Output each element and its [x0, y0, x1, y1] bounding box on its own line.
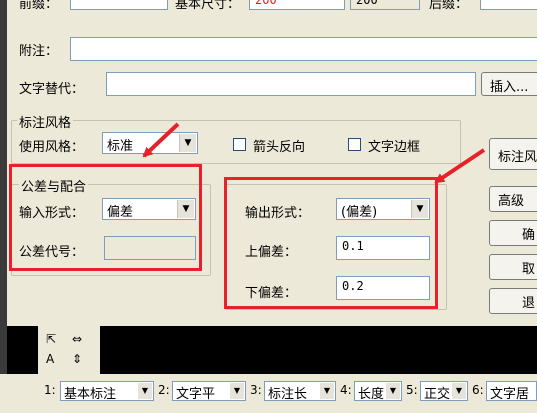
vertical-dimension-icon[interactable]: ⇕ [72, 352, 82, 366]
field-2-select[interactable]: 文字平 ▼ [172, 381, 246, 401]
field-3-select[interactable]: 标注长 ▼ [264, 381, 336, 401]
field-2-value: 文字平 [176, 387, 216, 401]
field-5-value: 正交 [424, 387, 451, 401]
field-3-value: 标注长 [268, 387, 308, 401]
annotation-arrow-left [142, 122, 180, 158]
field-4-value: 长度 [358, 387, 385, 401]
field-5-select[interactable]: 正交 ▼ [420, 381, 468, 401]
chevron-down-icon[interactable]: ▼ [138, 383, 152, 399]
field-4-num: 4: [340, 383, 352, 397]
horizontal-dimension-icon[interactable]: ⇔ [72, 332, 82, 346]
field-6-num: 6: [472, 383, 484, 397]
chevron-down-icon[interactable]: ▼ [386, 383, 400, 399]
field-6-value: 文字居 [490, 387, 530, 401]
field-4-select[interactable]: 长度 ▼ [354, 381, 402, 401]
annotation-arrow-right [434, 148, 486, 184]
icon-toolbar: ⇱ ⇔ A ⇕ [38, 326, 100, 374]
window-edge [0, 0, 7, 374]
field-6-select[interactable]: 文字居 [486, 381, 537, 401]
field-5-num: 5: [406, 383, 418, 397]
dimension-icon[interactable]: ⇱ [46, 332, 56, 346]
field-2-num: 2: [158, 383, 170, 397]
text-dimension-icon[interactable]: A [46, 352, 54, 366]
field-3-num: 3: [250, 383, 262, 397]
field-1-value: 基本标注 [64, 387, 117, 401]
bottom-toolbar: 1: 基本标注 ▼ 2: 文字平 ▼ 3: 标注长 ▼ 4: 长度 ▼ 5: 正… [0, 374, 537, 413]
field-1-select[interactable]: 基本标注 ▼ [60, 381, 154, 401]
chevron-down-icon[interactable]: ▼ [452, 383, 466, 399]
field-1-num: 1: [44, 383, 56, 397]
chevron-down-icon[interactable]: ▼ [320, 383, 334, 399]
chevron-down-icon[interactable]: ▼ [230, 383, 244, 399]
